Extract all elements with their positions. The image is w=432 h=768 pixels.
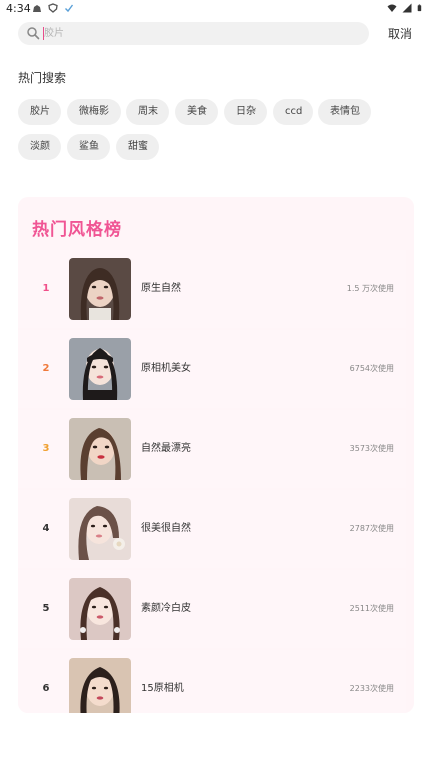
style-name: 素颜冷白皮 xyxy=(141,603,191,614)
style-name: 原相机美女 xyxy=(141,363,191,374)
status-bar: 4:34 xyxy=(0,0,432,18)
hot-search-title: 热门搜索 xyxy=(18,71,67,85)
ranking-row[interactable]: 2 原相机美女 6754次使用 xyxy=(18,330,406,408)
hot-tag-micro-film[interactable]: 微梅影 xyxy=(67,99,121,125)
status-icons-right xyxy=(387,3,424,13)
hot-tag-food[interactable]: 美食 xyxy=(175,99,218,125)
ranking-row[interactable]: 3 自然最漂亮 3573次使用 xyxy=(18,410,406,488)
rank-number: 5 xyxy=(42,603,50,614)
usage-count: 2787次使用 xyxy=(349,524,394,533)
hot-tag-weekend[interactable]: 周末 xyxy=(126,99,169,125)
usage-count: 3573次使用 xyxy=(349,444,394,453)
status-time: 4:34 xyxy=(6,2,31,15)
search-input[interactable] xyxy=(44,25,344,42)
usage-count: 2511次使用 xyxy=(349,604,394,613)
style-thumbnail xyxy=(69,338,131,400)
wifi-icon xyxy=(387,4,397,12)
ranking-row[interactable]: 4 很美很自然 2787次使用 xyxy=(18,490,406,568)
style-name: 原生自然 xyxy=(141,283,181,294)
hot-tag-film[interactable]: 胶片 xyxy=(18,99,61,125)
style-thumbnail xyxy=(69,658,131,713)
notification-icon xyxy=(33,5,41,12)
rank-number: 4 xyxy=(42,523,50,534)
status-icons-left xyxy=(32,3,74,13)
search-icon xyxy=(27,27,40,40)
style-thumbnail xyxy=(69,578,131,640)
style-name: 很美很自然 xyxy=(141,523,191,534)
usage-count: 1.5 万次使用 xyxy=(346,284,394,293)
hot-tag-shark[interactable]: 鲨鱼 xyxy=(67,134,110,160)
cancel-button[interactable]: 取消 xyxy=(388,25,412,42)
ranking-list: 1 原生自然 1.5 万次使用 2 原相机美女 6754次使用 3 自然最漂亮 … xyxy=(18,197,414,713)
search-box[interactable] xyxy=(18,22,369,45)
search-row: 取消 xyxy=(18,22,418,45)
rank-number: 1 xyxy=(42,283,50,294)
usage-count: 2233次使用 xyxy=(349,684,394,693)
rank-number: 3 xyxy=(42,443,50,454)
style-thumbnail xyxy=(69,498,131,560)
shield-icon xyxy=(48,3,58,13)
battery-icon xyxy=(417,4,422,12)
hot-tag-sticker[interactable]: 表情包 xyxy=(318,99,371,125)
hot-tag-sweet[interactable]: 甜蜜 xyxy=(116,134,159,160)
check-icon xyxy=(65,4,74,13)
signal-icon xyxy=(402,3,412,13)
rank-number: 6 xyxy=(42,683,50,694)
style-name: 自然最漂亮 xyxy=(141,443,191,454)
ranking-row[interactable]: 5 素颜冷白皮 2511次使用 xyxy=(18,570,406,648)
style-name: 15原相机 xyxy=(141,683,184,694)
ranking-row[interactable]: 1 原生自然 1.5 万次使用 xyxy=(18,250,406,328)
hot-tag-ccd[interactable]: ccd xyxy=(273,99,313,125)
usage-count: 6754次使用 xyxy=(349,364,394,373)
style-thumbnail xyxy=(69,258,131,320)
style-thumbnail xyxy=(69,418,131,480)
ranking-row[interactable]: 6 15原相机 2233次使用 xyxy=(18,650,406,713)
rank-number: 2 xyxy=(42,363,50,374)
hot-style-ranking: 热门风格榜 1 原生自然 1.5 万次使用 2 原相机美女 6754次使用 3 … xyxy=(18,197,414,713)
hot-tag-light-makeup[interactable]: 淡颜 xyxy=(18,134,61,160)
hot-tag-magazine[interactable]: 日杂 xyxy=(224,99,267,125)
